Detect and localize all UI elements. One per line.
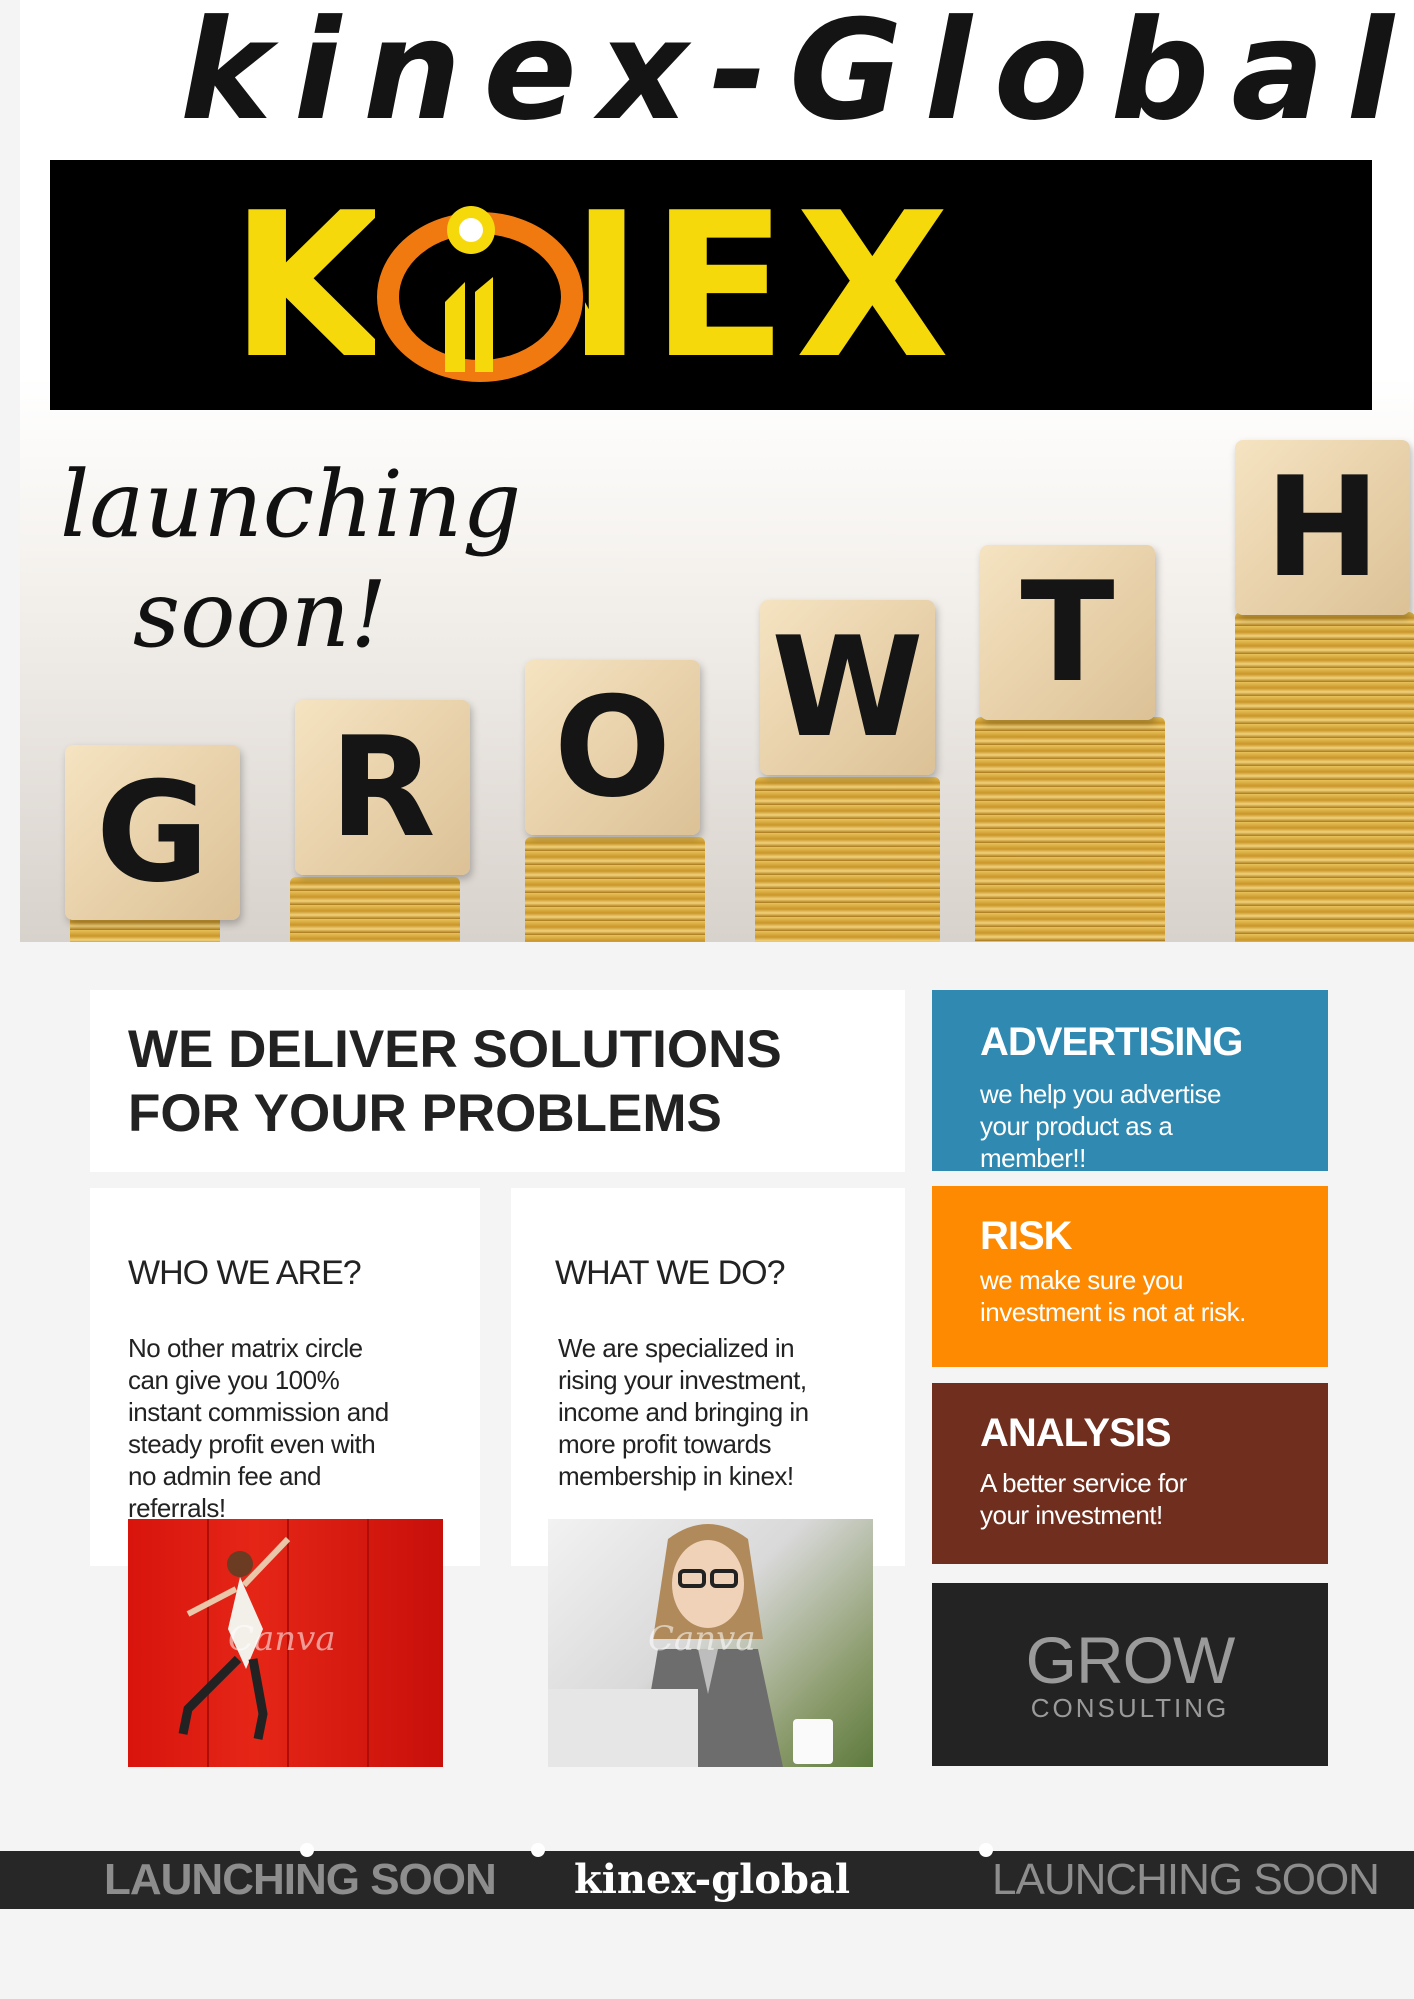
solutions-title: WE DELIVER SOLUTIONS FOR YOUR PROBLEMS <box>128 1020 782 1143</box>
risk-title: RISK <box>980 1214 1073 1258</box>
growth-block-h: H <box>1235 440 1410 615</box>
ticker-launching-soon-right: LAUNCHING SOON <box>992 1855 1380 1904</box>
hero-banner: kinex-Global KINEX launching soon! G R O… <box>20 0 1414 942</box>
risk-tile: RISK we make sure you investment is not … <box>932 1186 1328 1367</box>
coin-stack <box>525 837 705 942</box>
brand-title: kinex-Global <box>180 0 1414 151</box>
growth-block-w: W <box>760 600 935 775</box>
launching-soon-script: launching soon! <box>60 451 522 668</box>
who-we-are-card: WHO WE ARE? No other matrix circle can g… <box>90 1188 480 1566</box>
grow-consulting-tile: GROW CONSULTING <box>932 1583 1328 1766</box>
growth-block-t: T <box>980 545 1155 720</box>
advertising-text: we help you advertise your product as a … <box>980 1079 1221 1171</box>
growth-block-r: R <box>295 700 470 875</box>
coin-stack <box>975 717 1165 942</box>
what-we-do-card: WHAT WE DO? We are specialized in rising… <box>511 1188 905 1566</box>
logo-text: KINEX <box>230 170 958 403</box>
bullet-dot-icon <box>979 1843 993 1857</box>
solutions-card: WE DELIVER SOLUTIONS FOR YOUR PROBLEMS <box>90 990 905 1172</box>
grow-text: GROW <box>1025 1623 1236 1697</box>
coin-stack <box>290 877 460 942</box>
growth-block-o: O <box>525 660 700 835</box>
kinex-logo: KINEX <box>50 160 1372 410</box>
advertising-tile: ADVERTISING we help you advertise your p… <box>932 990 1328 1171</box>
photo-watermark: Canva <box>648 1619 756 1659</box>
risk-text: we make sure you investment is not at ri… <box>980 1265 1246 1327</box>
jumping-woman-photo: Canva <box>128 1519 443 1767</box>
analysis-title: ANALYSIS <box>980 1411 1172 1455</box>
ticker-brand: kinex-global <box>574 1856 851 1903</box>
photo-watermark: Canva <box>228 1619 336 1659</box>
who-we-are-text: No other matrix circle can give you 100%… <box>128 1333 389 1523</box>
growth-block-g: G <box>65 745 240 920</box>
what-we-do-heading: WHAT WE DO? <box>555 1254 786 1292</box>
logo-emblem-icon <box>375 182 585 387</box>
advertising-title: ADVERTISING <box>980 1020 1243 1064</box>
bullet-dot-icon <box>531 1843 545 1857</box>
coin-stack <box>755 777 940 942</box>
what-we-do-text: We are specialized in rising your invest… <box>558 1333 809 1491</box>
who-we-are-heading: WHO WE ARE? <box>128 1254 362 1292</box>
bottom-ticker-bar: LAUNCHING SOON kinex-global LAUNCHING SO… <box>0 1843 1414 1909</box>
analysis-tile: ANALYSIS A better service for your inves… <box>932 1383 1328 1564</box>
consulting-text: CONSULTING <box>1030 1693 1230 1723</box>
coin-stack <box>1235 612 1414 942</box>
woman-laptop-photo: Canva <box>548 1519 873 1767</box>
ticker-launching-soon-left: LAUNCHING SOON <box>104 1855 497 1904</box>
analysis-text: A better service for your investment! <box>980 1468 1187 1530</box>
